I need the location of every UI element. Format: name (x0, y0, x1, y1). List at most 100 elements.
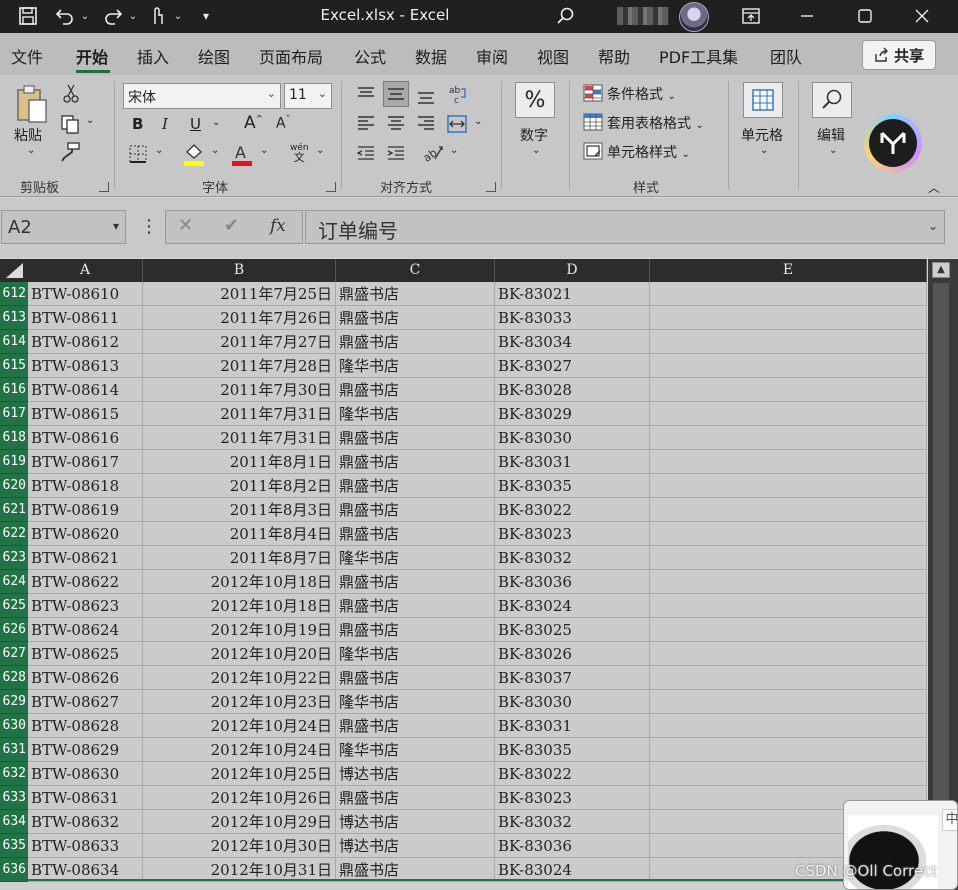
row-header[interactable]: 617 (0, 402, 28, 426)
align-center-icon[interactable] (384, 113, 408, 135)
row-header[interactable]: 619 (0, 450, 28, 474)
cell-d[interactable]: BK-83031 (495, 714, 650, 738)
column-header-c[interactable]: C (336, 259, 495, 282)
tab-file[interactable]: 文件 (11, 44, 43, 68)
cell-b[interactable]: 2011年8月4日 (143, 522, 336, 546)
select-all-corner[interactable] (0, 259, 28, 282)
row-header[interactable]: 635 (0, 834, 28, 858)
cell-c[interactable]: 鼎盛书店 (336, 450, 495, 474)
phonetic-button[interactable]: wén 文 (290, 143, 309, 164)
row-header[interactable]: 616 (0, 378, 28, 402)
cell-d[interactable]: BK-83031 (495, 450, 650, 474)
cell-a[interactable]: BTW-08613 (28, 354, 143, 378)
cell-c[interactable]: 隆华书店 (336, 738, 495, 762)
cell-b[interactable]: 2011年7月28日 (143, 354, 336, 378)
paste-label[interactable]: 粘贴 (14, 125, 42, 145)
row-header[interactable]: 623 (0, 546, 28, 570)
tab-review[interactable]: 审阅 (476, 44, 508, 68)
phonetic-dropdown-icon[interactable]: ⌄ (316, 145, 324, 156)
cell-b[interactable]: 2012年10月20日 (143, 642, 336, 666)
cell-b[interactable]: 2011年8月7日 (143, 546, 336, 570)
cell-e[interactable] (650, 690, 927, 714)
cell-d[interactable]: BK-83035 (495, 474, 650, 498)
cell-c[interactable]: 隆华书店 (336, 546, 495, 570)
cell-b[interactable]: 2011年7月31日 (143, 426, 336, 450)
cell-d[interactable]: BK-83022 (495, 762, 650, 786)
scroll-up-icon[interactable]: ▲ (932, 262, 950, 278)
cell-e[interactable] (650, 594, 927, 618)
scroll-thumb[interactable] (933, 283, 949, 843)
cell-c[interactable]: 博达书店 (336, 762, 495, 786)
cell-a[interactable]: BTW-08614 (28, 378, 143, 402)
row-header[interactable]: 636 (0, 858, 28, 882)
cell-d[interactable]: BK-83036 (495, 834, 650, 858)
cell-e[interactable] (650, 426, 927, 450)
alignment-launcher-icon[interactable] (486, 182, 496, 192)
cell-d[interactable]: BK-83032 (495, 546, 650, 570)
conditional-format-icon[interactable] (582, 83, 604, 103)
cell-a[interactable]: BTW-08626 (28, 666, 143, 690)
ime-toggle-button[interactable]: 中 (942, 809, 957, 831)
cell-a[interactable]: BTW-08633 (28, 834, 143, 858)
cell-a[interactable]: BTW-08623 (28, 594, 143, 618)
cell-b[interactable]: 2012年10月18日 (143, 594, 336, 618)
cell-d[interactable]: BK-83026 (495, 642, 650, 666)
cell-c[interactable]: 鼎盛书店 (336, 498, 495, 522)
cell-b[interactable]: 2012年10月25日 (143, 762, 336, 786)
cell-b[interactable]: 2011年7月26日 (143, 306, 336, 330)
cell-d[interactable]: BK-83030 (495, 426, 650, 450)
cell-b[interactable]: 2011年7月30日 (143, 378, 336, 402)
cell-d[interactable]: BK-83027 (495, 354, 650, 378)
orientation-dropdown-icon[interactable]: ⌄ (450, 145, 458, 156)
increase-indent-icon[interactable] (384, 143, 408, 165)
close-icon[interactable] (909, 4, 935, 28)
cancel-icon[interactable]: ✕ (178, 215, 193, 236)
cell-d[interactable]: BK-83034 (495, 330, 650, 354)
cell-e[interactable] (650, 450, 927, 474)
cell-d[interactable]: BK-83035 (495, 738, 650, 762)
align-bottom-icon[interactable] (414, 85, 438, 107)
font-size-select[interactable]: 11 ⌄ (284, 83, 332, 109)
tab-formulas[interactable]: 公式 (354, 44, 386, 68)
underline-button[interactable]: U (190, 115, 201, 133)
cells-icon[interactable] (743, 82, 783, 118)
cell-a[interactable]: BTW-08622 (28, 570, 143, 594)
copy-dropdown-icon[interactable]: ⌄ (86, 115, 94, 126)
cells-dropdown-icon[interactable]: ⌄ (760, 145, 768, 156)
cell-e[interactable] (650, 354, 927, 378)
borders-dropdown-icon[interactable]: ⌄ (155, 145, 163, 156)
row-header[interactable]: 621 (0, 498, 28, 522)
cell-e[interactable] (650, 762, 927, 786)
cell-d[interactable]: BK-83033 (495, 306, 650, 330)
formula-bar-options-icon[interactable]: ⋮ (140, 216, 158, 237)
cell-d[interactable]: BK-83028 (495, 378, 650, 402)
cell-e[interactable] (650, 474, 927, 498)
font-color-dropdown-icon[interactable]: ⌄ (260, 145, 268, 156)
cell-e[interactable] (650, 522, 927, 546)
cell-e[interactable] (650, 378, 927, 402)
cell-c[interactable]: 隆华书店 (336, 642, 495, 666)
align-right-icon[interactable] (414, 113, 438, 135)
format-as-table-icon[interactable] (582, 112, 604, 132)
tab-home[interactable]: 开始 (76, 44, 108, 68)
tab-draw[interactable]: 绘图 (198, 44, 230, 68)
row-header[interactable]: 629 (0, 690, 28, 714)
search-icon[interactable] (552, 4, 578, 28)
cell-styles-icon[interactable] (582, 141, 604, 161)
cell-a[interactable]: BTW-08627 (28, 690, 143, 714)
cell-d[interactable]: BK-83030 (495, 690, 650, 714)
cell-c[interactable]: 鼎盛书店 (336, 666, 495, 690)
addin-logo-icon[interactable] (864, 114, 922, 172)
underline-dropdown-icon[interactable]: ⌄ (212, 117, 220, 128)
cell-c[interactable]: 隆华书店 (336, 690, 495, 714)
insert-function-icon[interactable]: fx (270, 216, 286, 236)
grow-font-button[interactable]: A^ (244, 113, 263, 133)
cell-a[interactable]: BTW-08631 (28, 786, 143, 810)
merge-center-icon[interactable] (445, 113, 469, 135)
cell-d[interactable]: BK-83021 (495, 282, 650, 306)
cell-d[interactable]: BK-83025 (495, 618, 650, 642)
avatar[interactable] (679, 2, 709, 32)
font-color-icon[interactable]: A (230, 141, 254, 167)
cell-c[interactable]: 隆华书店 (336, 402, 495, 426)
row-header[interactable]: 627 (0, 642, 28, 666)
